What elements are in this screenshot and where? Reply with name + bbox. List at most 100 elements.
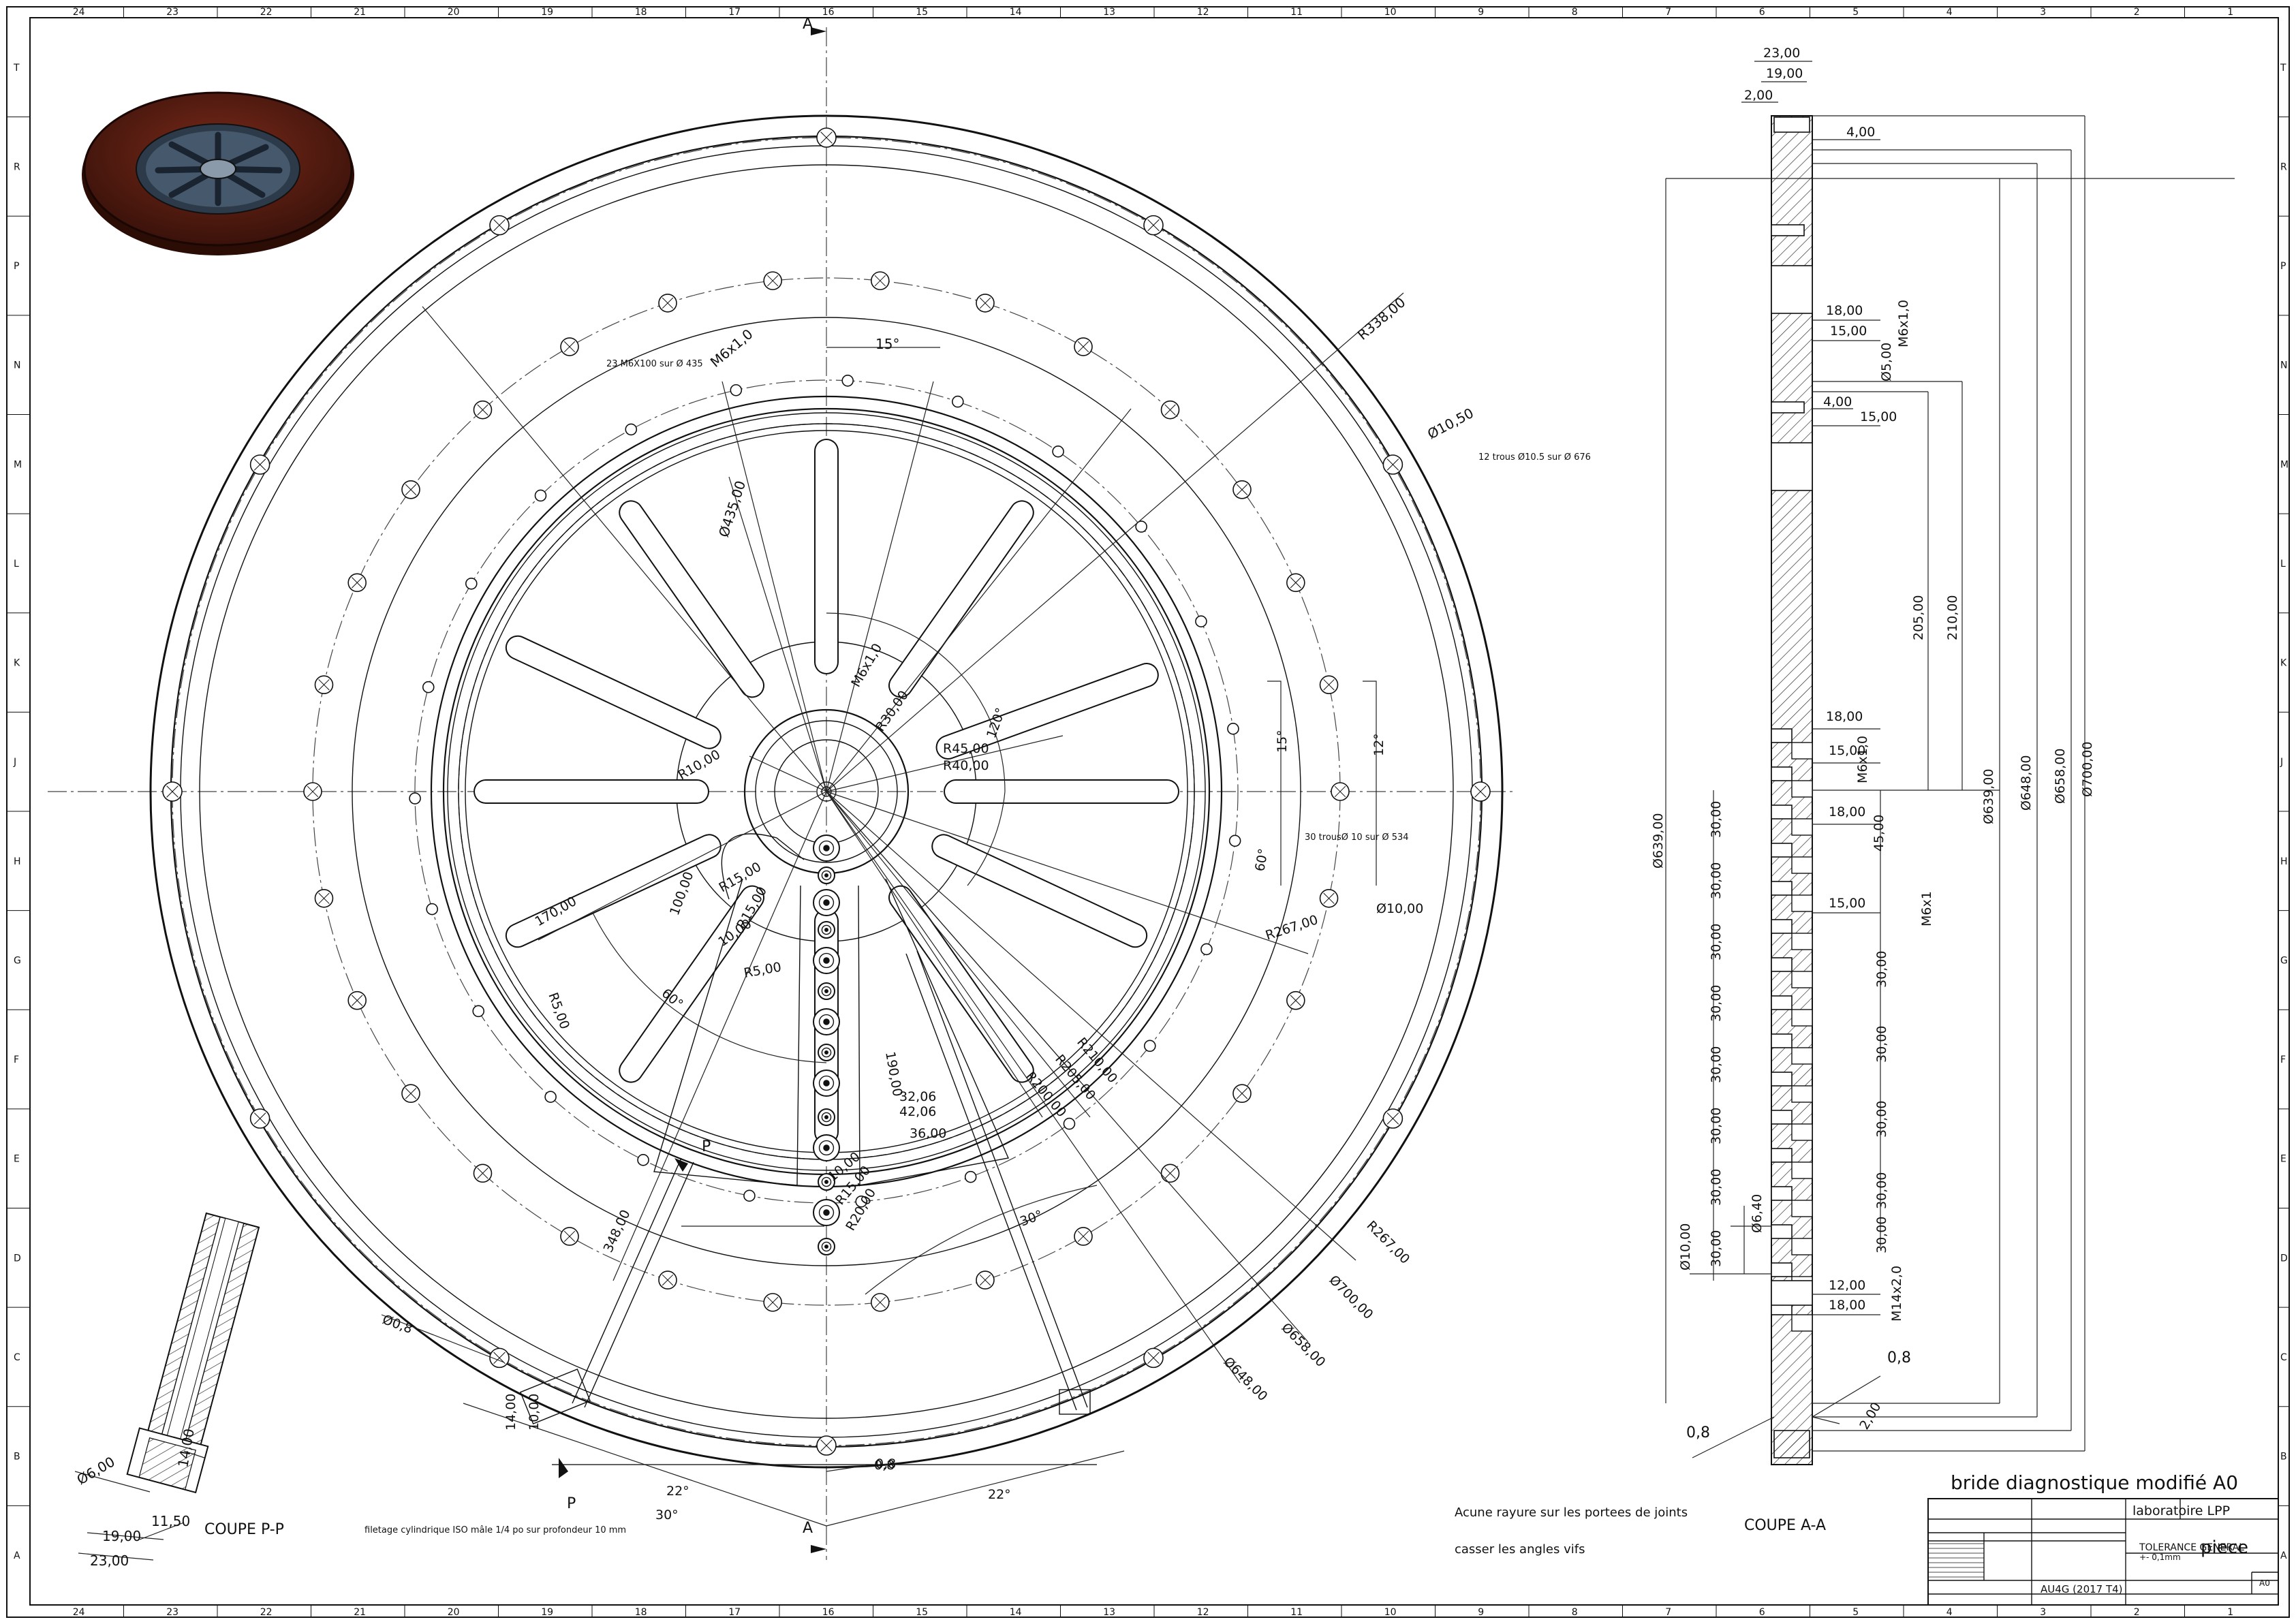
dimension-label: 18,00	[1829, 1298, 1865, 1313]
dimension-label: 18,00	[1829, 805, 1865, 819]
tapped-hole-m6	[1052, 446, 1064, 458]
column-label: 1	[2227, 7, 2233, 18]
tapped-hole-m6	[730, 384, 743, 396]
port-notch	[1771, 881, 1793, 896]
tapped-hole-m6	[534, 489, 547, 502]
column-label: 15	[916, 1607, 928, 1618]
dimension-label: 30,00	[1874, 951, 1889, 988]
dimension-label: 30°	[1018, 1208, 1044, 1230]
callout-thread: filetage cylindrique ISO mâle 1/4 po sur…	[364, 1525, 626, 1535]
dimension-label: 15,00	[1830, 324, 1867, 339]
dimension-label: 0,8	[1887, 1349, 1911, 1367]
column-label: 18	[635, 7, 647, 18]
column-label: 24	[73, 1607, 85, 1618]
dimension-label: R10,00	[676, 747, 724, 783]
dimension-label: 36,00	[910, 1126, 946, 1141]
dimension-label: Ø6,40	[1750, 1194, 1765, 1233]
column-label: 20	[448, 7, 460, 18]
dimension-label: 45,00	[1872, 815, 1887, 852]
column-label: 12	[1197, 1607, 1209, 1618]
dimension-label: 15°	[1275, 730, 1290, 753]
port-notch	[1771, 1186, 1793, 1201]
sheet-format: A0	[2259, 1578, 2270, 1588]
section-mark-p-top: P	[702, 1138, 711, 1155]
section-aa-dimensions: 23,0019,002,004,0018,0015,00Ø5,00M6x1,04…	[1651, 46, 2095, 1441]
section-mark-a-top: A	[803, 16, 813, 33]
port-notch	[1771, 766, 1793, 781]
dimension-label: 205,00	[1911, 595, 1926, 640]
dimension-label: Ø700,00	[1326, 1272, 1376, 1322]
row-label: H	[2280, 856, 2288, 867]
dimension-label: 30,00	[1874, 1217, 1889, 1253]
tapped-hole-m6	[1195, 615, 1207, 628]
dimension-label: 348,00	[601, 1208, 634, 1255]
port-notch	[1771, 1072, 1793, 1087]
tapped-hole-m6	[743, 1189, 756, 1202]
callout-12-holes: 12 trous Ø10.5 sur Ø 676	[1478, 452, 1591, 463]
column-label: 5	[1852, 1607, 1859, 1618]
tapped-hole-m6	[544, 1091, 557, 1104]
dimension-label: M6x1,0	[1855, 736, 1870, 783]
row-label: D	[14, 1253, 21, 1264]
dimension-label: 30,00	[1709, 924, 1724, 961]
dimension-label: 30,00	[1709, 1169, 1724, 1206]
tapped-hole-m6	[1228, 834, 1241, 847]
row-label: N	[14, 360, 20, 371]
tapped-hole	[1771, 401, 1805, 413]
dimension-label: Ø10,00	[1376, 901, 1423, 916]
row-label: B	[2280, 1452, 2287, 1463]
section-pp-view	[74, 1212, 260, 1561]
dimension-label: Ø658,00	[2053, 749, 2068, 804]
tapped-hole-m6	[1063, 1117, 1076, 1130]
dimension-label: R30,00	[873, 688, 912, 734]
dimension-label: 22°	[666, 1484, 689, 1499]
dimension-label: R40,00	[943, 758, 989, 773]
row-label: T	[13, 63, 20, 74]
dimension-label: M6x1,0	[848, 641, 885, 690]
section-aa-title: COUPE A-A	[1744, 1517, 1826, 1534]
column-label: 12	[1197, 7, 1209, 18]
drawing-title: bride diagnostique modifié A0	[1951, 1471, 2238, 1494]
company-name: laboratoire LPP	[2132, 1503, 2230, 1518]
column-label: 24	[73, 7, 85, 18]
column-label: 2	[2134, 7, 2140, 18]
dimension-label: R5,00	[743, 960, 782, 981]
dimension-label: 30°	[655, 1508, 679, 1522]
tapped-hole-m6	[1143, 1040, 1156, 1052]
column-label: 9	[1478, 1607, 1484, 1618]
column-label: 5	[1852, 7, 1859, 18]
dimension-label: R5,00	[545, 990, 572, 1031]
column-label: 7	[1665, 7, 1671, 18]
m14-thread	[1771, 1280, 1813, 1306]
column-label: 19	[541, 1607, 553, 1618]
row-label: E	[14, 1154, 20, 1165]
row-label: F	[14, 1055, 19, 1065]
dimension-label: 30,00	[1709, 985, 1724, 1022]
dimension-label: Ø648,00	[1220, 1354, 1270, 1404]
row-label: C	[14, 1352, 20, 1363]
row-label: A	[2280, 1550, 2287, 1561]
callout-23-holes: 23 M6X100 sur Ø 435	[606, 359, 703, 369]
row-label: P	[14, 261, 19, 272]
dimension-label: 19,00	[1766, 66, 1803, 81]
column-label: 15	[916, 7, 928, 18]
iso-render-image	[82, 91, 354, 255]
dimension-label: 30,00	[1709, 1230, 1724, 1267]
column-label: 10	[1384, 7, 1397, 18]
row-label: R	[14, 161, 20, 172]
column-label: 20	[448, 1607, 460, 1618]
column-label: 8	[1572, 7, 1578, 18]
column-label: 13	[1103, 7, 1115, 18]
dimension-label: M6x1	[1919, 891, 1934, 926]
dimension-label: 4,00	[1823, 394, 1852, 409]
callout-30-holes: 30 trousØ 10 sur Ø 534	[1305, 832, 1409, 843]
dimension-label: Ø648,00	[2019, 755, 2034, 811]
column-label: 14	[1010, 1607, 1022, 1618]
technical-drawing-sheet: 2424232322222121202019191818171716161515…	[6, 6, 2290, 1618]
dimension-label: 30,00	[1874, 1172, 1889, 1209]
column-label: 19	[541, 7, 553, 18]
row-label: L	[2280, 559, 2286, 569]
column-label: 17	[728, 1607, 741, 1618]
column-label: 21	[354, 7, 366, 18]
dimension-label: R45,00	[943, 741, 989, 756]
